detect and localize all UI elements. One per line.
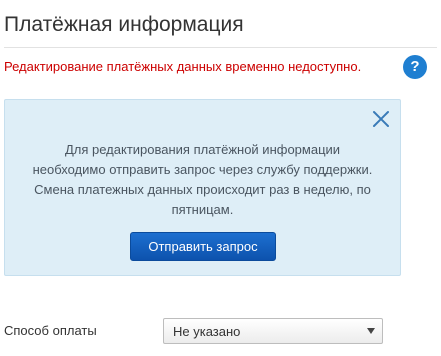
page-title: Платёжная информация <box>4 13 244 36</box>
info-box: Для редактирования платёжной информации … <box>4 99 401 276</box>
send-request-button[interactable]: Отправить запрос <box>130 232 276 261</box>
chevron-down-icon <box>367 328 375 334</box>
title-divider <box>4 47 437 48</box>
question-mark-icon[interactable]: ? <box>403 55 427 79</box>
payment-method-select[interactable]: Не указано <box>163 318 383 344</box>
close-icon[interactable] <box>372 110 390 128</box>
payment-info-page: Платёжная информация Редактирование плат… <box>0 0 441 356</box>
info-message: Для редактирования платёжной информации … <box>32 142 373 217</box>
payment-method-label: Способ оплаты <box>4 323 97 338</box>
payment-method-value: Не указано <box>173 324 241 339</box>
warning-message: Редактирование платёжных данных временно… <box>4 59 362 74</box>
